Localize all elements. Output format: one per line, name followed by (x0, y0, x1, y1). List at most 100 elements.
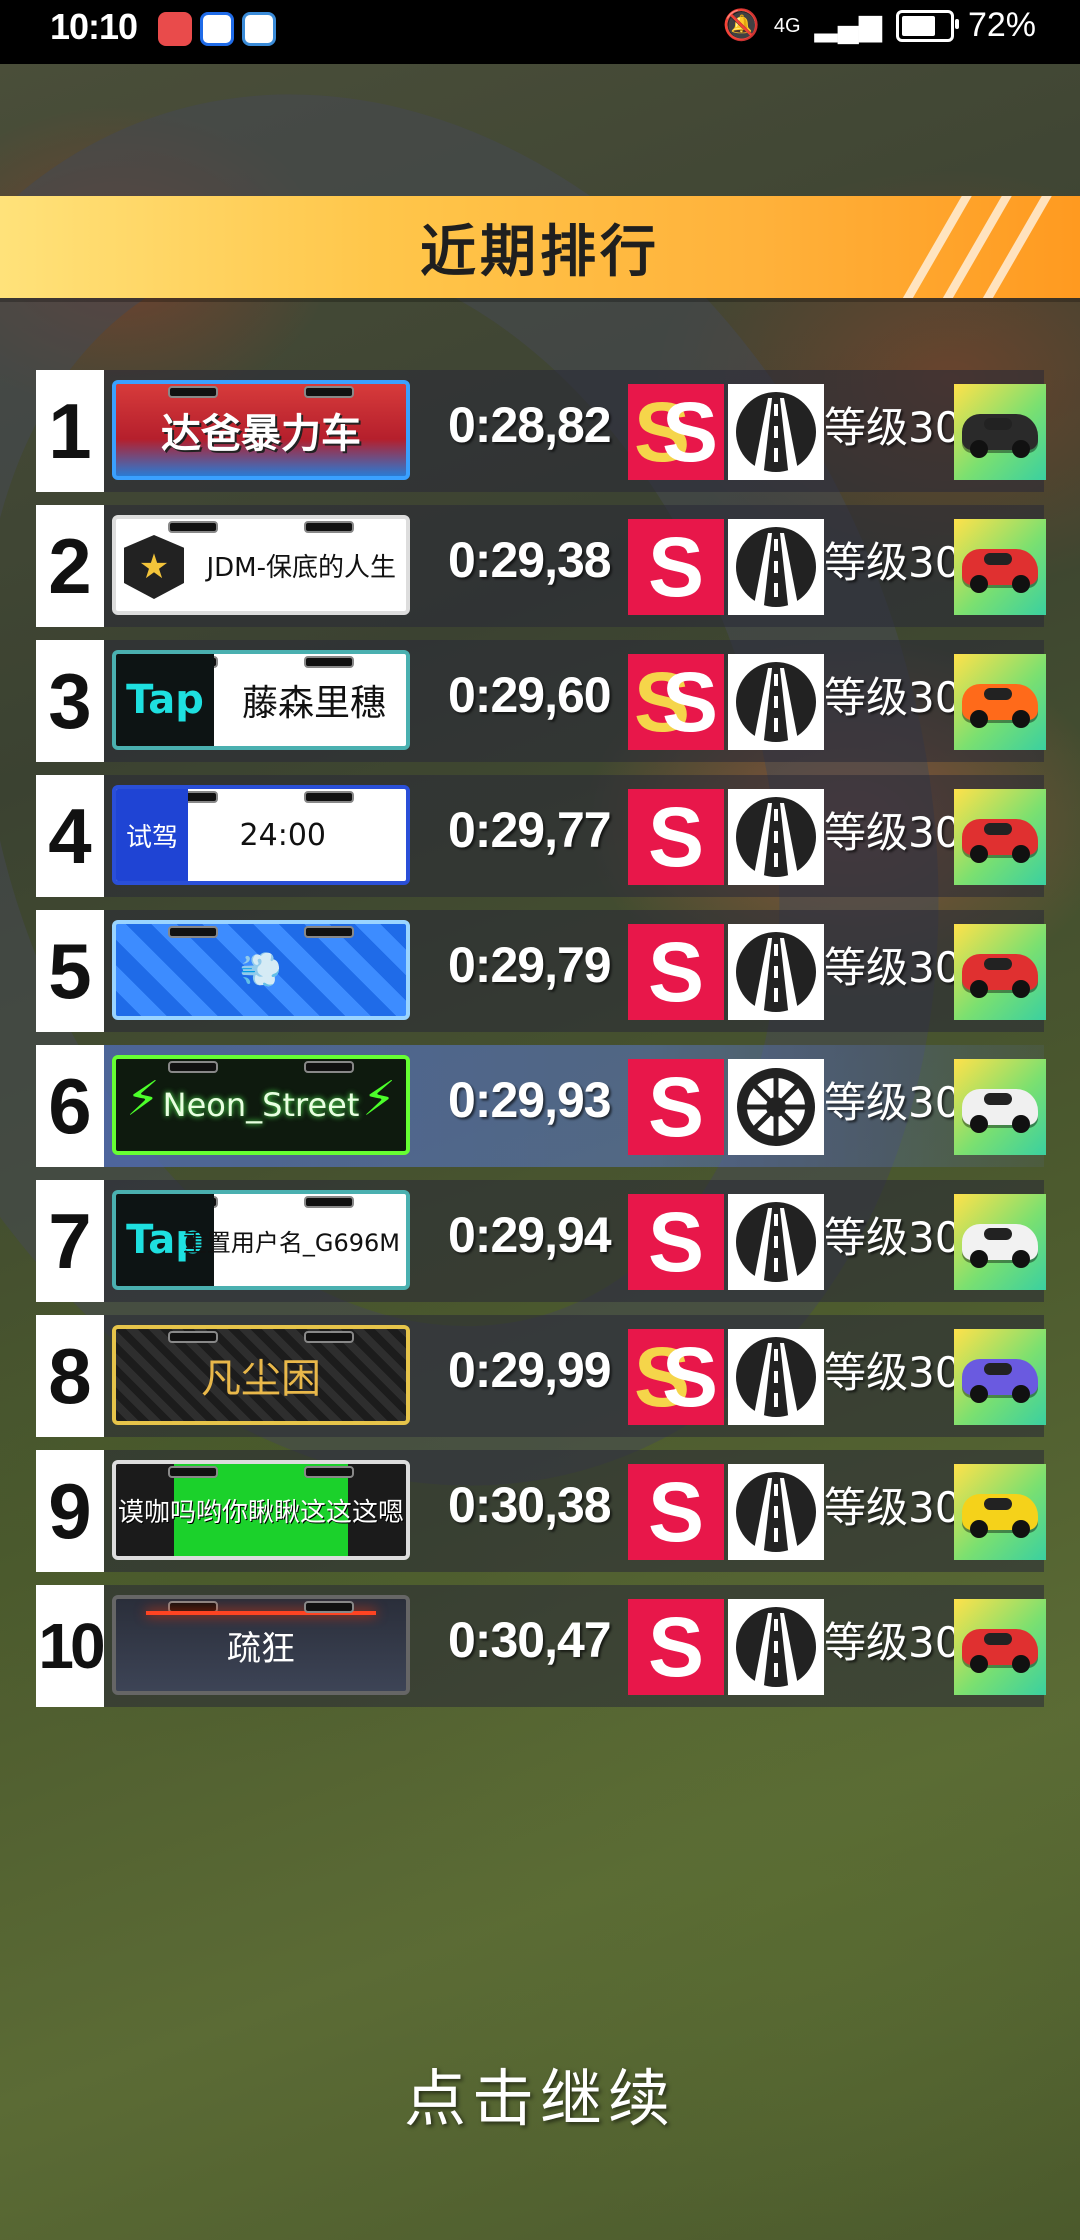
car-icon (962, 1494, 1038, 1538)
player-nameplate[interactable]: Tap 藤森里穗 (112, 650, 410, 750)
player-level: 等级30 (824, 1213, 962, 1262)
grade-badge: SS (628, 654, 724, 750)
rank-number: 4 (36, 775, 104, 897)
leaderboard-row[interactable]: 1 达爸暴力车 0:28,82 S S 等级30 (36, 370, 1046, 492)
player-nameplate[interactable]: ★ JDM-保底的人生 (112, 515, 410, 615)
player-nameplate[interactable]: 试驾 24:00 (112, 785, 410, 885)
notification-icons (158, 12, 276, 46)
player-nameplate[interactable]: 💨 (112, 920, 410, 1020)
player-nameplate[interactable]: 谟咖吗哟你瞅瞅这这这嗯 (112, 1460, 410, 1560)
lightning-icon: ⚡ (362, 1071, 396, 1127)
rank-number: 3 (36, 640, 104, 762)
network-type: 4G (773, 14, 801, 37)
car-icon (962, 1359, 1038, 1403)
grade-badge: SS (628, 384, 724, 480)
player-name: 凡尘困 (201, 1356, 321, 1402)
leaderboard-row[interactable]: 9 谟咖吗哟你瞅瞅这这这嗯 0:30,38 S 等级30 (36, 1450, 1046, 1572)
cloud-icon: 💨 (239, 950, 283, 990)
player-nameplate[interactable]: 疏狂 (112, 1595, 410, 1695)
leaderboard-row[interactable]: 6 ⚡ ⚡ Neon_Street 0:29,93 S 等级30 (36, 1045, 1046, 1167)
car-thumbnail (954, 384, 1046, 480)
lap-time: 0:29,60 (448, 667, 612, 723)
rank-number: 9 (36, 1450, 104, 1572)
banner-stripes (900, 196, 1060, 298)
road-icon (728, 1599, 824, 1695)
grade-letter: S (647, 1059, 705, 1154)
leaderboard-row[interactable]: 7 Tap 重置用户名_G696M 0:29,94 S 等级30 (36, 1180, 1046, 1302)
rank-number: 5 (36, 910, 104, 1032)
road-icon (728, 654, 824, 750)
grade-letter: S (661, 1329, 719, 1424)
car-icon (962, 549, 1038, 593)
signal-icon: ▂▄▆ (814, 9, 882, 42)
player-name: 重置用户名_G696M (182, 1228, 400, 1257)
battery-fill (901, 15, 936, 36)
grade-badge: SS (628, 1329, 724, 1425)
leaderboard-row[interactable]: 4 试驾 24:00 0:29,77 S 等级30 (36, 775, 1046, 897)
road-icon (728, 789, 824, 885)
road-icon (728, 519, 824, 615)
grade-letter: S (661, 654, 719, 749)
car-thumbnail (954, 1599, 1046, 1695)
leaderboard-row[interactable]: 10 疏狂 0:30,47 S 等级30 (36, 1585, 1046, 1707)
car-thumbnail (954, 789, 1046, 885)
wheel-icon (728, 1059, 824, 1155)
player-level: 等级30 (824, 538, 962, 587)
lap-time: 0:29,38 (448, 532, 612, 588)
status-bar: 10:10 🔕 4G ▂▄▆ 72% (0, 0, 1080, 64)
car-thumbnail (954, 1464, 1046, 1560)
player-nameplate[interactable]: Tap 重置用户名_G696M (112, 1190, 410, 1290)
lap-time: 0:29,93 (448, 1072, 612, 1128)
grade-badge: S (628, 1194, 724, 1290)
rank-number: 10 (36, 1585, 106, 1707)
leaderboard-row[interactable]: 2 ★ JDM-保底的人生 0:29,38 S 等级30 (36, 505, 1046, 627)
leaderboard-row[interactable]: 8 凡尘困 0:29,99 S S 等级30 (36, 1315, 1046, 1437)
player-name: 谟咖吗哟你瞅瞅这这这嗯 (117, 1497, 404, 1528)
car-icon (962, 1089, 1038, 1133)
player-name: Neon_Street (162, 1086, 360, 1124)
mute-bell-icon: 🔕 (722, 9, 760, 42)
rank-number: 8 (36, 1315, 104, 1437)
grade-badge: S (628, 1464, 724, 1560)
road-icon (728, 384, 824, 480)
battery-icon (895, 9, 959, 42)
grade-letter: S (647, 1599, 705, 1694)
lap-time: 0:29,79 (448, 937, 612, 993)
status-right: 🔕 4G ▂▄▆ 72% (722, 6, 1036, 45)
huawei-app-icon (158, 12, 192, 46)
road-icon (728, 1464, 824, 1560)
lightning-icon: ⚡ (126, 1071, 160, 1127)
browser-app-icon (242, 12, 276, 46)
car-icon (962, 954, 1038, 998)
player-nameplate[interactable]: 凡尘困 (112, 1325, 410, 1425)
lap-time: 0:29,99 (448, 1342, 612, 1398)
grade-badge: S (628, 1059, 724, 1155)
grade-letter: S (647, 1464, 705, 1559)
car-thumbnail (954, 654, 1046, 750)
grade-letter: S (661, 384, 719, 479)
grade-letter: S (647, 519, 705, 614)
player-level: 等级30 (824, 1348, 962, 1397)
rank-number: 1 (36, 370, 104, 492)
plate-glow (146, 1611, 376, 1615)
player-nameplate[interactable]: 达爸暴力车 (112, 380, 410, 480)
leaderboard-row[interactable]: 3 Tap 藤森里穗 0:29,60 S S 等级30 (36, 640, 1046, 762)
grade-badge: S (628, 1599, 724, 1695)
lap-time: 0:28,82 (448, 397, 612, 453)
car-icon (962, 1629, 1038, 1673)
clock: 10:10 (50, 6, 138, 47)
road-icon (728, 1329, 824, 1425)
player-level: 等级30 (824, 403, 962, 452)
car-icon (962, 684, 1038, 728)
car-icon (962, 819, 1038, 863)
player-name: 24:00 (239, 817, 326, 853)
rank-number: 7 (36, 1180, 104, 1302)
rank-number: 2 (36, 505, 104, 627)
player-nameplate[interactable]: ⚡ ⚡ Neon_Street (112, 1055, 410, 1155)
road-icon (728, 924, 824, 1020)
grade-letter: S (647, 924, 705, 1019)
leaderboard-row[interactable]: 5 💨 0:29,79 S 等级30 (36, 910, 1046, 1032)
leaderboard-list: 1 达爸暴力车 0:28,82 S S 等级30 2 ★ JDM-保底的人生 0:29,38 S 等级… (36, 370, 1046, 1720)
car-thumbnail (954, 519, 1046, 615)
tap-to-continue[interactable]: 点击继续 (0, 2048, 1080, 2138)
